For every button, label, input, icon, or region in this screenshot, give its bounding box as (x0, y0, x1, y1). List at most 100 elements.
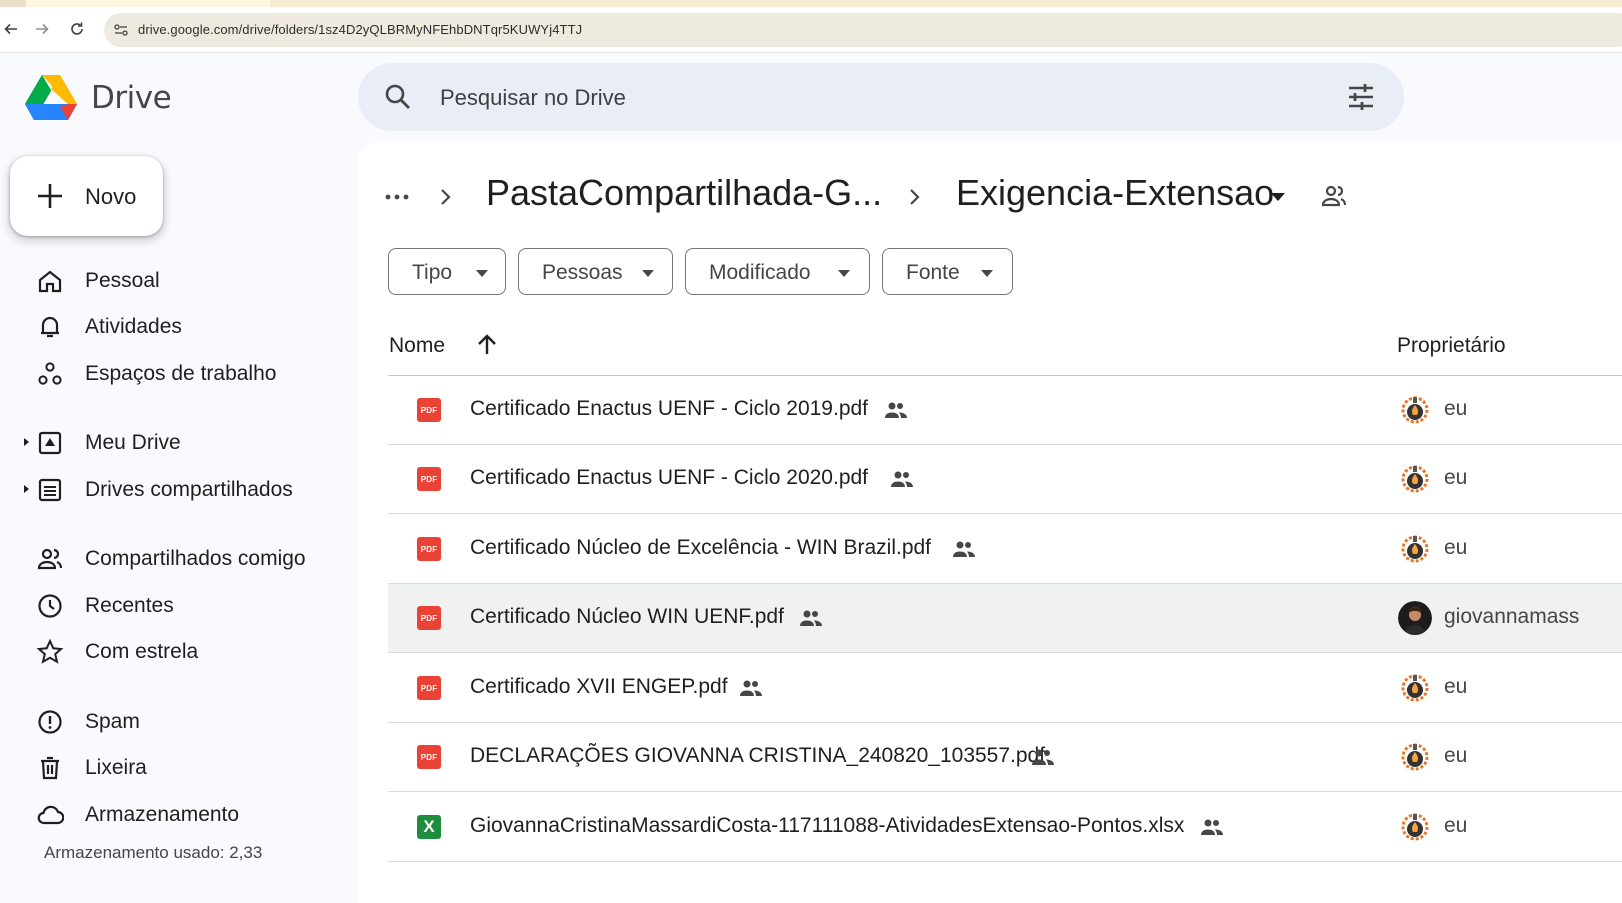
table-row[interactable]: PDF DECLARAÇÕES GIOVANNA CRISTINA_240820… (388, 723, 1622, 792)
sidebar-item-label: Drives compartilhados (85, 478, 293, 501)
chevron-down-icon (642, 270, 654, 277)
shared-people-icon (1032, 749, 1054, 765)
sidebar-item-label: Atividades (85, 315, 182, 338)
breadcrumb-parent-folder[interactable]: PastaCompartilhada-G... (486, 172, 882, 214)
file-name[interactable]: Certificado XVII ENGEP.pdf (470, 675, 728, 699)
shared-people-icon (953, 541, 975, 557)
filter-fonte[interactable]: Fonte (882, 248, 1013, 295)
more-breadcrumbs-icon[interactable] (383, 183, 411, 211)
address-bar[interactable]: drive.google.com/drive/folders/1sz4D2yQL… (104, 13, 1622, 47)
filter-label: Tipo (412, 261, 453, 284)
people-icon (37, 548, 63, 570)
owner-avatar (1398, 810, 1432, 844)
shared-people-icon (1201, 819, 1223, 835)
shared-drives-icon (38, 478, 62, 502)
new-button[interactable]: Novo (10, 156, 163, 236)
search-bar[interactable] (358, 63, 1404, 131)
filter-modificado[interactable]: Modificado (685, 248, 870, 295)
pdf-file-icon: PDF (417, 745, 441, 769)
shared-people-icon (885, 402, 907, 418)
back-arrow-icon (4, 23, 17, 35)
column-header-name[interactable]: Nome (389, 334, 445, 358)
table-row[interactable]: X GiovannaCristinaMassardiCosta-11711108… (388, 793, 1622, 862)
file-name[interactable]: DECLARAÇÕES GIOVANNA CRISTINA_240820_103… (470, 744, 1045, 768)
drive-logo-icon[interactable] (24, 73, 78, 123)
table-row[interactable]: PDF Certificado Núcleo de Excelência - W… (388, 515, 1622, 584)
owner-name: eu (1444, 675, 1468, 698)
folder-menu-dropdown-icon[interactable] (1269, 190, 1287, 204)
expand-caret-icon[interactable] (22, 484, 30, 494)
search-icon[interactable] (384, 83, 412, 111)
shared-people-icon (800, 610, 822, 626)
home-icon (38, 270, 62, 293)
pdf-file-icon: PDF (417, 398, 441, 422)
chevron-down-icon (981, 270, 993, 277)
back-button[interactable] (0, 18, 22, 40)
site-info-icon[interactable] (110, 19, 132, 41)
drive-brand-title[interactable]: Drive (91, 80, 172, 116)
table-row[interactable]: PDF Certificado Núcleo WIN UENF.pdf giov… (388, 584, 1622, 653)
filter-pessoas[interactable]: Pessoas (518, 248, 673, 295)
owner-avatar (1398, 740, 1432, 774)
breadcrumb-separator-icon (441, 189, 451, 205)
owner-avatar (1398, 671, 1432, 705)
sidebar-item-pessoal[interactable]: Pessoal (0, 259, 340, 303)
expand-caret-icon[interactable] (22, 437, 30, 447)
owner-name: eu (1444, 466, 1468, 489)
sidebar-item-spam[interactable]: Spam (0, 700, 340, 744)
filter-label: Modificado (709, 261, 811, 284)
reload-button[interactable] (66, 18, 88, 40)
pdf-file-icon: PDF (417, 467, 441, 491)
sidebar-item-label: Compartilhados comigo (85, 547, 306, 570)
sidebar-item-atividades[interactable]: Atividades (0, 305, 340, 349)
owner-avatar (1398, 532, 1432, 566)
search-options-icon[interactable] (1346, 83, 1376, 111)
sidebar-item-armazenamento[interactable]: Armazenamento (0, 793, 340, 837)
sidebar-item-compartilhados-comigo[interactable]: Compartilhados comigo (0, 537, 340, 581)
my-drive-icon (38, 431, 62, 455)
forward-button[interactable] (31, 18, 53, 40)
sidebar-item-meu-drive[interactable]: Meu Drive (0, 421, 340, 465)
storage-usage-text: Armazenamento usado: 2,33 (44, 843, 263, 862)
file-name[interactable]: Certificado Núcleo WIN UENF.pdf (470, 605, 784, 629)
sidebar-item-espacos[interactable]: Espaços de trabalho (0, 352, 340, 396)
shared-folder-icon[interactable] (1319, 182, 1349, 210)
sidebar-item-label: Recentes (85, 594, 174, 617)
spam-icon (38, 710, 62, 734)
bell-icon (41, 316, 59, 338)
plus-icon (38, 184, 62, 208)
owner-avatar (1398, 601, 1432, 635)
sidebar-item-lixeira[interactable]: Lixeira (0, 746, 340, 790)
url-text[interactable]: drive.google.com/drive/folders/1sz4D2yQL… (138, 22, 582, 37)
filter-label: Fonte (906, 261, 960, 284)
sidebar-item-label: Pessoal (85, 269, 160, 292)
column-header-owner[interactable]: Proprietário (1397, 334, 1506, 358)
sidebar-item-drives-compartilhados[interactable]: Drives compartilhados (0, 468, 340, 512)
file-name[interactable]: GiovannaCristinaMassardiCosta-117111088-… (470, 814, 1184, 838)
sidebar-item-com-estrela[interactable]: Com estrela (0, 630, 340, 674)
sidebar-item-label: Lixeira (85, 756, 147, 779)
filter-label: Pessoas (542, 261, 623, 284)
shared-people-icon (740, 680, 762, 696)
chevron-down-icon (476, 270, 488, 277)
sidebar-item-label: Armazenamento (85, 803, 240, 826)
file-name[interactable]: Certificado Enactus UENF - Ciclo 2019.pd… (470, 397, 868, 421)
breadcrumb-current-folder[interactable]: Exigencia-Extensao (956, 172, 1274, 214)
search-input[interactable] (440, 84, 1300, 112)
sidebar-item-label: Com estrela (85, 640, 199, 663)
table-row[interactable]: PDF Certificado Enactus UENF - Ciclo 202… (388, 445, 1622, 514)
owner-avatar (1398, 393, 1432, 427)
owner-name: eu (1444, 536, 1468, 559)
sort-ascending-icon[interactable] (474, 332, 500, 358)
table-row[interactable]: PDF Certificado Enactus UENF - Ciclo 201… (388, 376, 1622, 445)
clock-icon (38, 594, 62, 618)
workspaces-icon (38, 362, 62, 385)
trash-icon (41, 756, 59, 780)
sidebar-item-recentes[interactable]: Recentes (0, 584, 340, 628)
table-row[interactable]: PDF Certificado XVII ENGEP.pdf eu (388, 654, 1622, 723)
pdf-file-icon: PDF (417, 676, 441, 700)
file-name[interactable]: Certificado Núcleo de Excelência - WIN B… (470, 536, 931, 560)
file-name[interactable]: Certificado Enactus UENF - Ciclo 2020.pd… (470, 466, 868, 490)
reload-icon (71, 22, 83, 35)
filter-tipo[interactable]: Tipo (388, 248, 506, 295)
